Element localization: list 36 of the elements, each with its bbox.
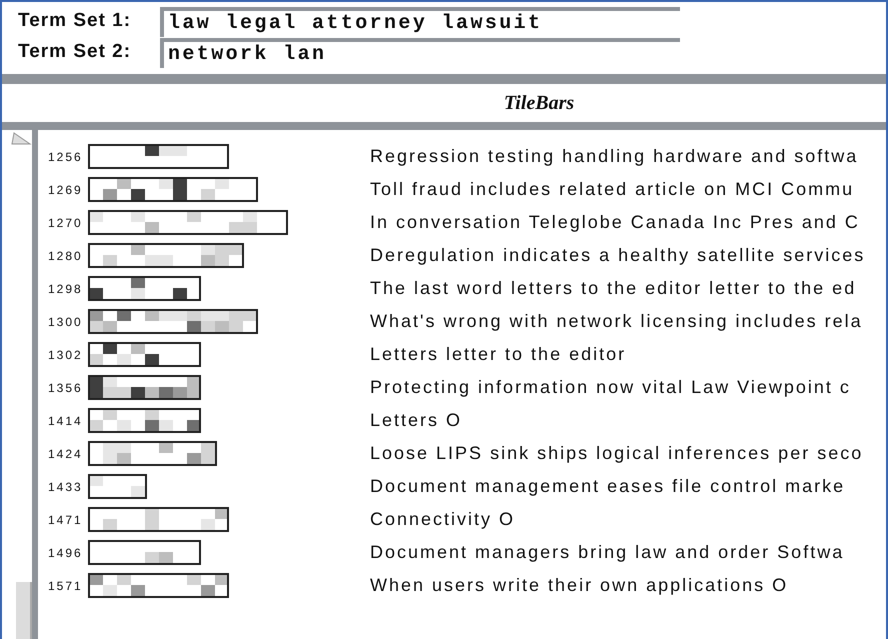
document-number: 1414 <box>48 412 84 430</box>
panel-title: TileBars <box>504 91 574 116</box>
document-number: 1302 <box>48 346 84 364</box>
document-number: 1433 <box>48 478 84 496</box>
document-title[interactable]: Loose LIPS sink ships logical inferences per seco <box>370 440 864 467</box>
term-set-field[interactable]: law legal attorney lawsuit <box>160 6 680 36</box>
document-number: 1356 <box>48 380 84 396</box>
document-number: 1471 <box>48 512 84 528</box>
document-title[interactable]: Deregulation indicates a healthy satellite services <box>370 242 866 269</box>
document-title[interactable]: Letters O <box>370 407 462 434</box>
document-title[interactable]: Letters letter to the editor <box>370 341 626 368</box>
document-number: 1280 <box>48 248 84 264</box>
document-number: 1424 <box>48 446 84 462</box>
term-set-field[interactable]: network lan <box>160 38 680 68</box>
document-title[interactable]: When users write their own applications O <box>370 572 788 599</box>
document-title[interactable]: Protecting information now vital Law Viewpoint c <box>370 374 851 401</box>
document-number: 1298 <box>48 280 84 298</box>
document-number: 1270 <box>48 214 84 232</box>
document-title[interactable]: The last word letters to the editor letter to the ed <box>370 275 856 302</box>
document-number: 1269 <box>48 182 84 198</box>
document-title[interactable]: Document management eases file control marke <box>370 473 846 500</box>
document-title[interactable]: Document managers bring law and order Softwa <box>370 539 844 566</box>
document-number: 1300 <box>48 314 84 330</box>
document-title[interactable]: Connectivity O <box>370 506 516 533</box>
scroll-up-icon[interactable] <box>10 132 32 146</box>
term-set-label: Term Set 2: <box>18 40 132 64</box>
document-number: 1571 <box>48 578 84 594</box>
document-title[interactable]: What's wrong with network licensing includes rela <box>370 308 863 335</box>
scroll-thumb[interactable] <box>16 582 32 639</box>
document-title[interactable]: In conversation Teleglobe Canada Inc Pres and C <box>370 209 860 236</box>
document-number: 1256 <box>48 148 84 166</box>
document-title[interactable]: Regression testing handling hardware and softwa <box>370 143 858 170</box>
document-number: 1496 <box>48 544 84 562</box>
tile-bar <box>88 474 147 499</box>
document-title[interactable]: Toll fraud includes related article on MCI Commu <box>370 176 854 203</box>
term-set-label: Term Set 1: <box>18 9 132 34</box>
